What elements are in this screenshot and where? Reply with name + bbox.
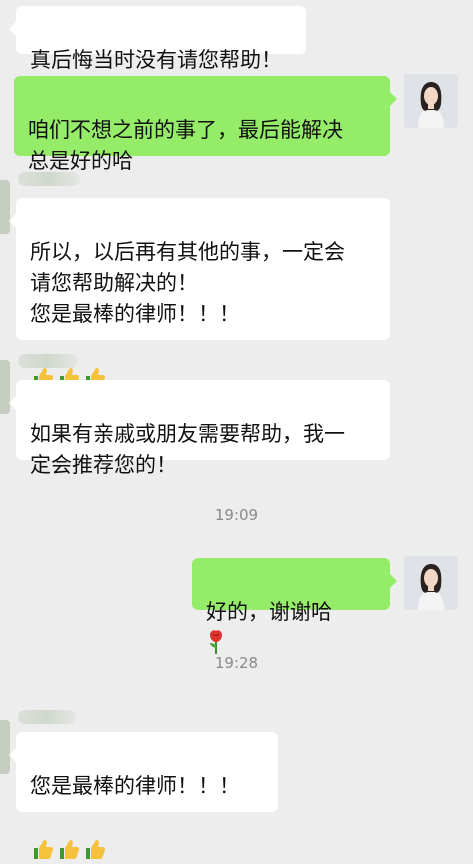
message-text: 好的，谢谢哈	[206, 600, 332, 624]
message-bubble-outgoing[interactable]: 好的，谢谢哈	[192, 558, 397, 654]
my-avatar[interactable]	[404, 556, 458, 610]
emoji-row	[30, 837, 106, 861]
message-text: 真后悔当时没有请您帮助！	[30, 48, 282, 72]
message-text: 咱们不想之前的事了，最后能解决 总是好的哈	[28, 118, 343, 173]
message-bubble-incoming[interactable]: 如果有亲戚或朋友需要帮助，我一 定会推荐您的！	[9, 380, 390, 477]
contact-avatar[interactable]	[0, 720, 10, 774]
timestamp: 19:09	[214, 506, 259, 524]
message-bubble-outgoing[interactable]: 咱们不想之前的事了，最后能解决 总是好的哈	[14, 76, 397, 173]
thumbs-up-icon	[56, 837, 80, 861]
rose-icon	[206, 630, 226, 655]
message-text: 您是最棒的律师！！！	[30, 774, 240, 798]
my-avatar[interactable]	[404, 74, 458, 128]
thumbs-up-icon	[30, 837, 54, 861]
sender-name-blurred	[18, 710, 76, 724]
avatar-woman-icon	[404, 74, 458, 128]
thumbs-up-icon	[82, 837, 106, 861]
message-bubble-incoming[interactable]: 所以，以后再有其他的事，一定会 请您帮助解决的！ 您是最棒的律师！！！	[9, 198, 390, 387]
avatar-woman-icon	[404, 556, 458, 610]
timestamp: 19:28	[214, 654, 259, 672]
message-bubble-incoming[interactable]: 真后悔当时没有请您帮助！	[9, 6, 306, 72]
message-text: 所以，以后再有其他的事，一定会 请您帮助解决的！ 您是最棒的律师！！！	[30, 240, 345, 326]
message-bubble-incoming[interactable]: 您是最棒的律师！！！	[9, 732, 278, 859]
message-text: 如果有亲戚或朋友需要帮助，我一 定会推荐您的！	[30, 422, 345, 477]
